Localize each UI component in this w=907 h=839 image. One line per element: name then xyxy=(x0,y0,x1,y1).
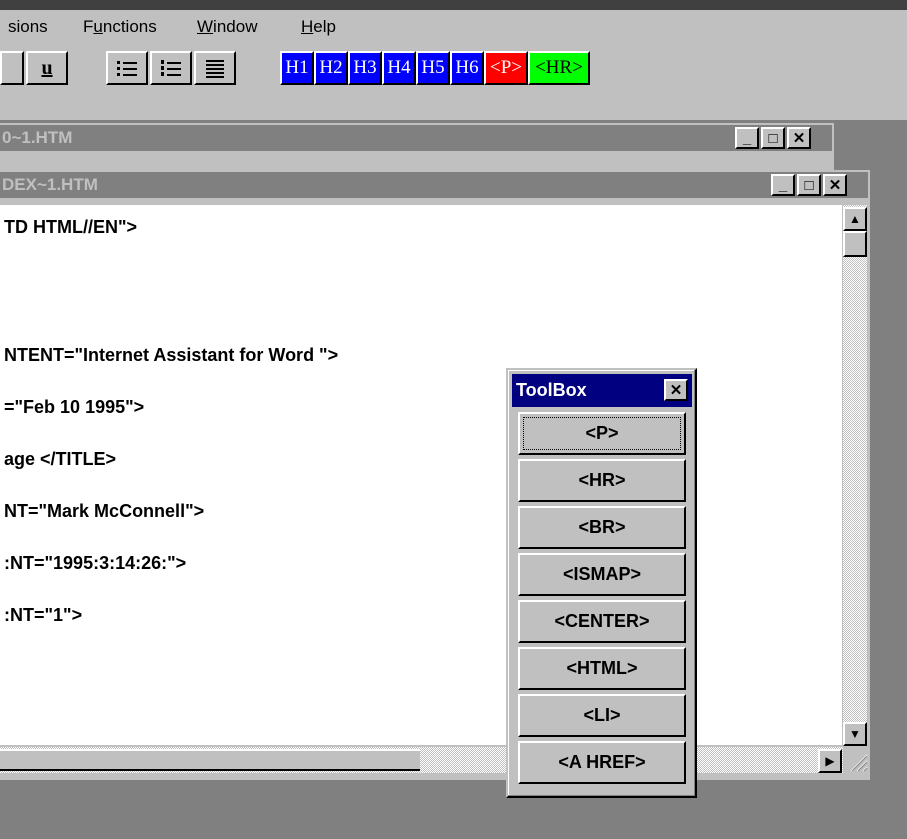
document-editor[interactable]: TD HTML//EN"> NTENT="Internet Assistant … xyxy=(0,205,842,745)
underline-button[interactable]: u xyxy=(26,51,68,85)
vertical-scrollbar[interactable] xyxy=(843,205,867,745)
align-justify-button[interactable] xyxy=(194,51,236,85)
toolbox-button[interactable]: <BR> xyxy=(518,506,686,549)
toolbar-button-partial[interactable] xyxy=(0,51,24,85)
toolbox-button[interactable]: <ISMAP> xyxy=(518,553,686,596)
toolbox-close-button[interactable]: ✕ xyxy=(664,379,688,401)
menu-bar: sions Functions Window Help xyxy=(0,10,907,44)
code-line: NT="Mark McConnell"> xyxy=(4,501,205,521)
toolbox-button[interactable]: <CENTER> xyxy=(518,600,686,643)
scroll-right-button[interactable]: ▶ xyxy=(818,749,842,773)
numbered-list-icon xyxy=(161,60,181,76)
menu-item-extensions[interactable]: sions xyxy=(8,17,48,37)
toolbox-button[interactable]: <P> xyxy=(518,412,686,455)
toolbox-title: ToolBox xyxy=(516,380,587,400)
heading-button[interactable]: H2 xyxy=(314,51,348,85)
menu-item-window[interactable]: Window xyxy=(197,17,257,37)
menu-item-functions[interactable]: Functions xyxy=(83,17,157,37)
code-line: age </TITLE> xyxy=(4,449,117,469)
toolbox-button[interactable]: <HTML> xyxy=(518,647,686,690)
minimize-button[interactable]: _ xyxy=(735,127,759,149)
scroll-thumb[interactable] xyxy=(843,231,867,257)
back-window-titlebar[interactable]: 0~1.HTM xyxy=(0,125,832,151)
menu-item-help[interactable]: Help xyxy=(301,17,336,37)
scroll-thumb[interactable] xyxy=(0,749,420,771)
screen-top-edge xyxy=(0,0,907,10)
close-button[interactable]: ✕ xyxy=(787,127,811,149)
heading-button[interactable]: H1 xyxy=(280,51,314,85)
formatting-toolbar: u H1 H2 H3 H4 H5 H6 <P> <HR> xyxy=(0,44,907,120)
toolbox-palette: ToolBox ✕ <P> <HR> <BR> <ISMAP> <CENTER> <HTM… xyxy=(506,368,697,798)
close-button[interactable]: ✕ xyxy=(823,174,847,196)
heading-button[interactable]: H6 xyxy=(450,51,484,85)
numbered-list-button[interactable] xyxy=(150,51,192,85)
maximize-button[interactable]: □ xyxy=(797,174,821,196)
scroll-down-button[interactable]: ▼ xyxy=(843,722,867,746)
toolbox-button[interactable]: <HR> xyxy=(518,459,686,502)
minimize-button[interactable]: _ xyxy=(771,174,795,196)
size-grip[interactable] xyxy=(843,747,869,773)
bullet-list-button[interactable] xyxy=(106,51,148,85)
heading-button[interactable]: H3 xyxy=(348,51,382,85)
code-line: ="Feb 10 1995"> xyxy=(4,397,145,417)
maximize-button[interactable]: □ xyxy=(761,127,785,149)
bullet-list-icon xyxy=(117,61,137,76)
heading-button[interactable]: <P> xyxy=(484,51,528,85)
code-line: :NT="1"> xyxy=(4,605,83,625)
code-line: TD HTML//EN"> xyxy=(4,217,138,237)
back-window: 0~1.HTM _ □ ✕ xyxy=(0,123,834,173)
scroll-up-button[interactable]: ▲ xyxy=(843,207,867,231)
front-window-titlebar[interactable]: DEX~1.HTM xyxy=(0,172,868,198)
heading-button[interactable]: H4 xyxy=(382,51,416,85)
heading-button[interactable]: <HR> xyxy=(528,51,590,85)
code-line: :NT="1995:3:14:26:"> xyxy=(4,553,187,573)
heading-button[interactable]: H5 xyxy=(416,51,450,85)
align-justify-icon xyxy=(206,60,224,78)
code-line: NTENT="Internet Assistant for Word "> xyxy=(4,345,339,365)
back-window-title: 0~1.HTM xyxy=(2,128,73,147)
resize-grip-icon xyxy=(850,754,868,772)
front-window-title: DEX~1.HTM xyxy=(2,175,98,194)
toolbox-button[interactable]: <LI> xyxy=(518,694,686,737)
toolbox-button[interactable]: <A HREF> xyxy=(518,741,686,784)
